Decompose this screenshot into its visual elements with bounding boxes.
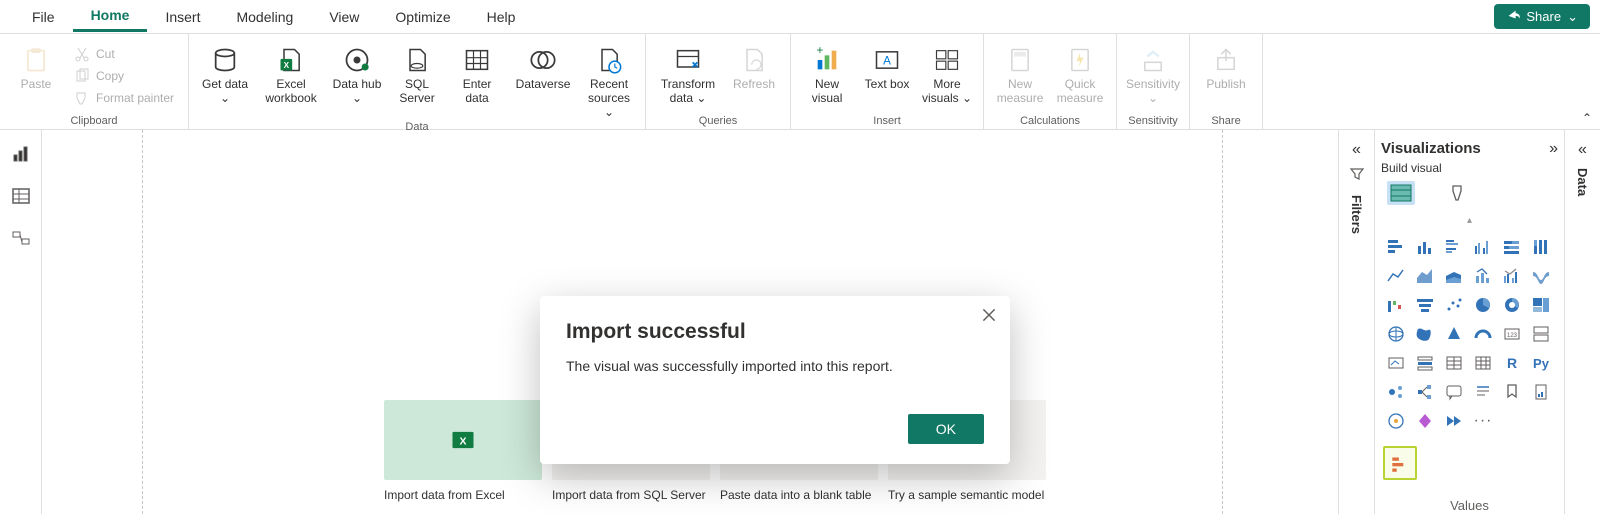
import-success-dialog: Import successful The visual was success…	[540, 296, 1010, 464]
dialog-ok-button[interactable]: OK	[908, 414, 984, 444]
dialog-overlay: Import successful The visual was success…	[0, 0, 1600, 514]
dialog-title: Import successful	[566, 320, 984, 344]
dialog-close-button[interactable]	[980, 306, 998, 324]
dialog-message: The visual was successfully imported int…	[566, 358, 984, 374]
